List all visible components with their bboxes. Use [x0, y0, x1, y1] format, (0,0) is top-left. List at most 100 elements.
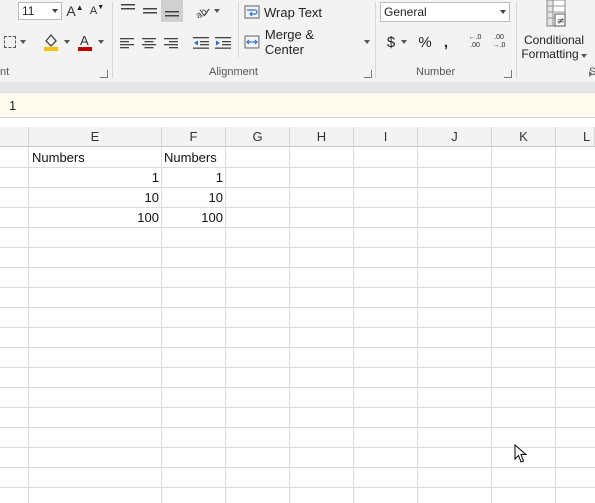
cell-f2[interactable]: 1 [162, 168, 223, 188]
conditional-formatting-label-2-text: Formatting [521, 47, 579, 61]
gridline [0, 347, 595, 348]
chevron-down-icon [52, 9, 58, 13]
currency-button[interactable]: $ [382, 32, 412, 52]
chevron-down-icon [401, 40, 408, 44]
column-header-partial[interactable] [0, 127, 29, 147]
font-size-combo[interactable]: 11 [18, 2, 62, 20]
cell-e1[interactable]: Numbers [32, 148, 160, 168]
gridline [0, 447, 595, 448]
chevron-down-icon [580, 54, 587, 58]
cell-e4[interactable]: 100 [29, 208, 159, 228]
orientation-button[interactable]: ab [192, 2, 222, 20]
align-right-icon [164, 37, 178, 48]
column-header-k[interactable]: K [492, 127, 556, 147]
align-center-button[interactable] [139, 34, 159, 52]
chevron-down-icon [364, 40, 370, 44]
borders-button[interactable] [0, 32, 30, 52]
merge-center-button[interactable]: Merge & Center [244, 27, 370, 57]
cell-e3[interactable]: 10 [29, 188, 159, 208]
column-header-j[interactable]: J [418, 127, 492, 147]
gridline [491, 147, 492, 503]
wrap-text-button[interactable]: Wrap Text [244, 2, 330, 22]
middle-align-icon [143, 8, 157, 14]
column-header-h[interactable]: H [290, 127, 354, 147]
font-size-value: 11 [22, 4, 35, 18]
divider [238, 2, 239, 58]
column-header-g[interactable]: G [226, 127, 290, 147]
formula-bar-value: 1 [9, 98, 17, 113]
worksheet-grid[interactable]: E F G H I J K L Numbers Numbers 1 1 10 1… [0, 127, 595, 503]
ribbon-divider [0, 82, 595, 92]
ribbon-scroll-right-button[interactable] [586, 68, 595, 80]
ribbon: 11 A ▲ A ▼ A nt ab Wrap Text Merge & Cen… [0, 0, 595, 82]
mouse-cursor-icon [514, 444, 528, 463]
gridline [555, 147, 556, 503]
decrease-indent-button[interactable] [191, 34, 211, 52]
fill-color-button[interactable] [40, 30, 72, 54]
gridline [0, 327, 595, 328]
cell-f4[interactable]: 100 [162, 208, 223, 228]
comma-button[interactable]: , [437, 32, 455, 52]
group-separator [516, 2, 517, 78]
chevron-down-icon [500, 10, 506, 14]
column-header-e[interactable]: E [29, 127, 162, 147]
decrease-indent-icon [193, 37, 209, 49]
gridline [0, 247, 595, 248]
align-right-button[interactable] [161, 34, 181, 52]
column-header-f[interactable]: F [162, 127, 226, 147]
number-dialog-launcher-icon[interactable] [504, 70, 512, 78]
currency-icon: $ [386, 33, 396, 51]
gridline [0, 367, 595, 368]
column-header-i[interactable]: I [354, 127, 418, 147]
merge-center-icon [244, 35, 260, 49]
group-label-number: Number [416, 66, 456, 78]
bottom-align-button[interactable] [161, 0, 183, 22]
middle-align-button[interactable] [140, 2, 160, 20]
gridline [0, 287, 595, 288]
wrap-text-icon [244, 5, 260, 19]
decrease-decimal-button[interactable]: .00 →.0 [488, 31, 510, 53]
font-color-button[interactable]: A [74, 30, 106, 54]
column-header-l[interactable]: L [556, 127, 595, 147]
increase-decimal-button[interactable]: ←.0 .00 [464, 31, 486, 53]
top-align-button[interactable] [118, 0, 138, 18]
bottom-align-icon [165, 11, 179, 17]
borders-icon [4, 36, 16, 48]
conditional-formatting-button[interactable]: ≠ Conditional Formatting [518, 0, 590, 62]
shrink-font-button[interactable]: A ▼ [88, 2, 106, 20]
cell-f3[interactable]: 10 [162, 188, 223, 208]
comma-icon: , [443, 33, 449, 51]
group-label-alignment: Alignment [209, 66, 258, 78]
cell-f1[interactable]: Numbers [164, 148, 224, 168]
gridline [0, 427, 595, 428]
alignment-dialog-launcher-icon[interactable] [364, 70, 372, 78]
increase-indent-button[interactable] [213, 34, 233, 52]
grow-font-icon: A [66, 3, 76, 19]
gridline [0, 467, 595, 468]
gridline [0, 407, 595, 408]
group-separator [112, 2, 113, 78]
group-separator [375, 2, 376, 78]
chevron-down-icon [64, 40, 70, 44]
font-color-icon: A [78, 33, 92, 51]
shrink-font-icon: A [89, 4, 98, 17]
conditional-formatting-icon: ≠ [546, 0, 566, 27]
top-align-icon [121, 4, 135, 10]
fill-color-icon [44, 33, 58, 51]
svg-text:A: A [80, 33, 89, 48]
align-center-icon [142, 37, 156, 48]
gridline [289, 147, 290, 503]
svg-text:≠: ≠ [557, 16, 565, 27]
chevron-down-icon [98, 40, 104, 44]
percent-button[interactable]: % [415, 32, 435, 52]
align-left-button[interactable] [117, 34, 137, 52]
number-format-value: General [384, 5, 427, 19]
formula-bar[interactable]: 1 [0, 92, 595, 118]
font-dialog-launcher-icon[interactable] [100, 70, 108, 78]
grow-font-button[interactable]: A ▲ [66, 2, 84, 20]
gridline [0, 267, 595, 268]
cell-e2[interactable]: 1 [29, 168, 159, 188]
number-format-combo[interactable]: General [380, 2, 510, 22]
decrease-decimal-icon: .00 →.0 [492, 34, 506, 49]
gridline [0, 487, 595, 488]
